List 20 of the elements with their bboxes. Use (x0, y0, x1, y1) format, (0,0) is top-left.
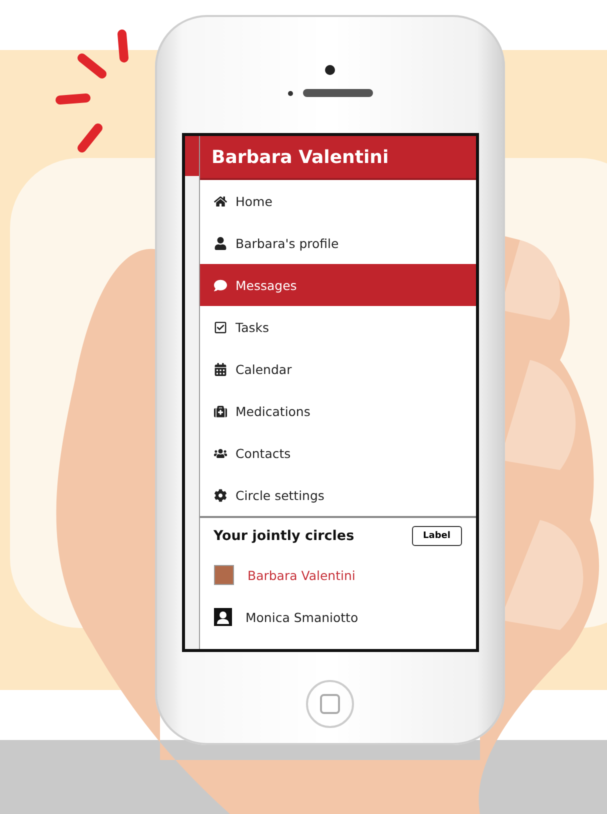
people-icon (214, 446, 226, 460)
home-icon (214, 194, 226, 208)
circle-link[interactable]: Barbara Valentini (248, 568, 356, 582)
calendar-icon (214, 362, 226, 376)
speaker-grille (302, 89, 372, 97)
avatar-silhouette-icon (214, 608, 232, 626)
profile-title: Barbara Valentini (200, 136, 476, 180)
user-icon (214, 236, 226, 250)
menu-item[interactable]: Messages (200, 264, 476, 306)
circle-link[interactable]: Monica Smaniotto (246, 610, 358, 624)
speech-bubble-icon (214, 278, 226, 292)
settings-icon (214, 488, 226, 502)
sensor-icon (288, 90, 292, 96)
checkbox-icon (214, 320, 226, 334)
home-button[interactable] (306, 680, 354, 728)
medical-kit-icon (214, 404, 226, 418)
label-button[interactable]: Label (412, 526, 462, 546)
section-title: Your jointly circles (214, 528, 354, 544)
camera-icon (325, 65, 335, 75)
avatar-photo (214, 565, 234, 585)
